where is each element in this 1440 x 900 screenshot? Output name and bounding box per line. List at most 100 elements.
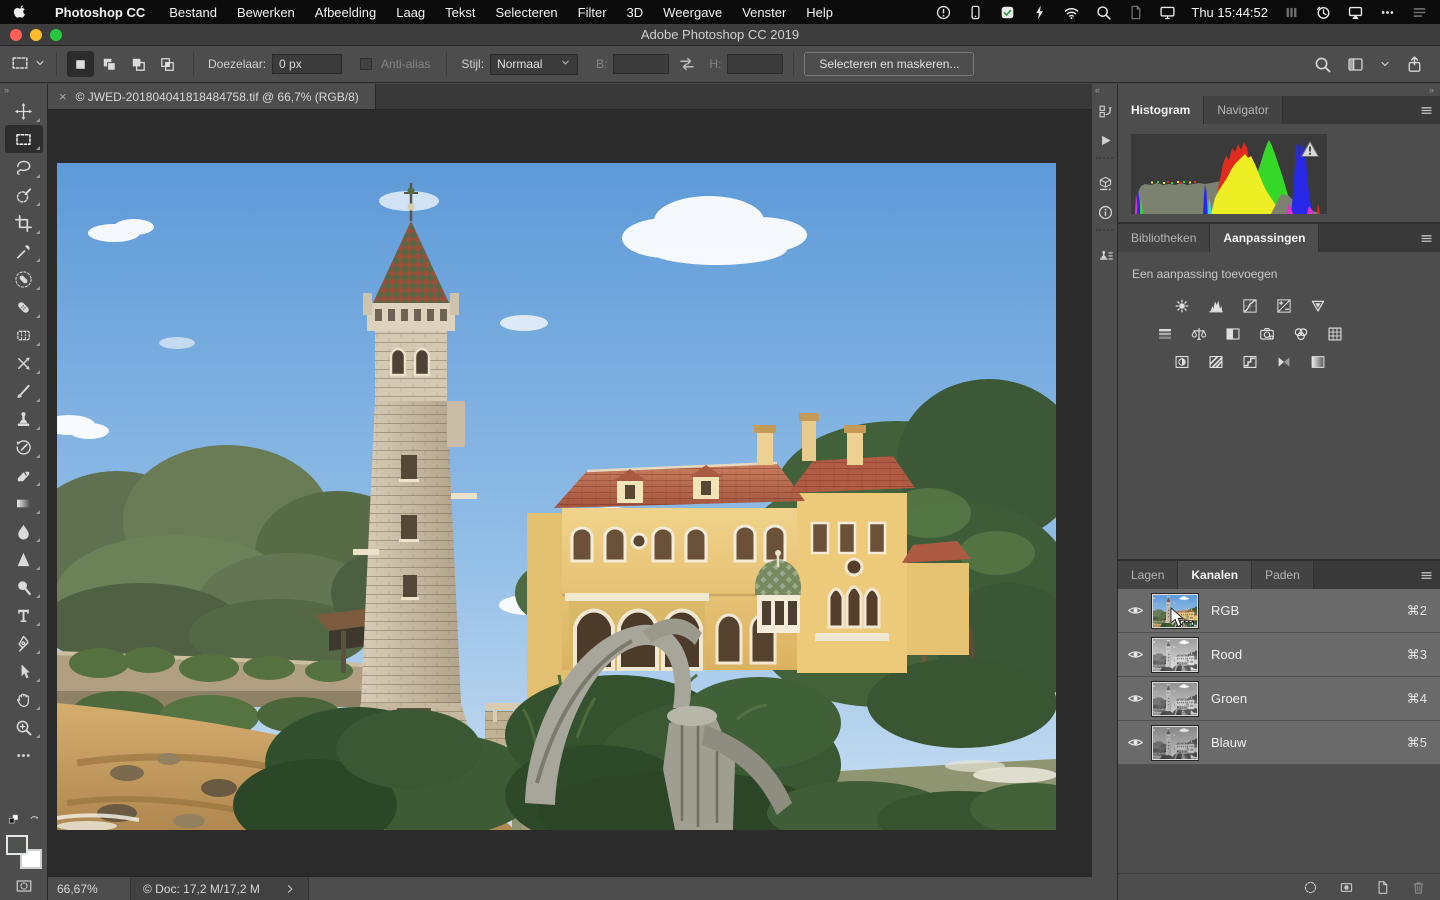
quick-mask-button[interactable] (12, 877, 36, 895)
history-panel-icon[interactable] (1092, 97, 1118, 126)
menu-tekst[interactable]: Tekst (435, 5, 485, 20)
adj-exposure-icon[interactable] (1271, 296, 1297, 315)
bolt-icon[interactable] (1031, 4, 1048, 21)
adj-black-white-icon[interactable] (1220, 324, 1246, 343)
menu-venster[interactable]: Venster (732, 5, 796, 20)
height-input[interactable] (727, 54, 783, 74)
adj-gradient-map-icon[interactable] (1271, 352, 1297, 371)
menu-3d[interactable]: 3D (617, 5, 654, 20)
minimize-window-button[interactable] (30, 29, 42, 41)
tab-bibliotheken[interactable]: Bibliotheken (1118, 224, 1210, 252)
visibility-eye-icon[interactable] (1118, 692, 1152, 705)
style-select[interactable]: Normaal (490, 54, 578, 75)
properties-panel-icon[interactable] (1092, 169, 1118, 198)
adj-photo-filter-icon[interactable] (1254, 324, 1280, 343)
dodge-tool[interactable] (5, 573, 43, 601)
visibility-eye-icon[interactable] (1118, 736, 1152, 749)
mode-new-button[interactable] (67, 51, 94, 77)
swap-colors-icon[interactable] (28, 813, 41, 831)
menu-afbeelding[interactable]: Afbeelding (305, 5, 386, 20)
channel-thumbnail[interactable] (1152, 594, 1198, 628)
spot-healing-brush-tool[interactable] (5, 265, 43, 293)
clone-stamp-tool[interactable] (5, 405, 43, 433)
adj-threshold-icon[interactable] (1237, 352, 1263, 371)
hand-tool[interactable] (5, 685, 43, 713)
anti-alias-checkbox[interactable] (360, 58, 372, 70)
load-channel-selection-icon[interactable] (1302, 879, 1319, 896)
wifi-icon[interactable] (1063, 4, 1080, 21)
list-icon[interactable] (1411, 4, 1428, 21)
app-menu[interactable]: Photoshop CC (45, 5, 155, 20)
spotlight-icon[interactable] (1095, 4, 1112, 21)
battery-columns-icon[interactable] (1283, 4, 1300, 21)
default-colors-icon[interactable] (7, 813, 20, 831)
edit-toolbar[interactable] (5, 741, 43, 769)
adj-selective-color-icon[interactable] (1305, 352, 1331, 371)
feather-input[interactable] (272, 54, 342, 74)
path-selection-tool[interactable] (5, 657, 43, 685)
foreground-color-swatch[interactable] (6, 835, 28, 855)
document-tab[interactable]: × © JWED-201804041818484758.tif @ 66,7% … (48, 84, 376, 109)
check-square-icon[interactable] (999, 4, 1016, 21)
channel-row-rgb[interactable]: RGB⌘2 (1118, 589, 1440, 633)
warning-triangle-icon[interactable] (1299, 139, 1321, 159)
search-icon[interactable] (1313, 55, 1332, 74)
move-tool[interactable] (5, 97, 43, 125)
phone-icon[interactable] (967, 4, 984, 21)
apple-menu-icon[interactable] (12, 4, 29, 21)
menu-selecteren[interactable]: Selecteren (486, 5, 568, 20)
blur-tool[interactable] (5, 517, 43, 545)
close-document-icon[interactable]: × (59, 89, 67, 104)
channel-row-blauw[interactable]: Blauw⌘5 (1118, 721, 1440, 765)
clone-source-panel-icon[interactable] (1092, 241, 1118, 270)
time-machine-icon[interactable] (1315, 4, 1332, 21)
circle-info-icon[interactable] (935, 4, 952, 21)
pen-tool[interactable] (5, 629, 43, 657)
workspace-icon[interactable] (1346, 55, 1365, 74)
adj-posterize-icon[interactable] (1203, 352, 1229, 371)
dock-collapse-control[interactable]: » (1118, 84, 1440, 96)
menu-laag[interactable]: Laag (386, 5, 435, 20)
tools-collapse-control[interactable]: » (0, 84, 47, 97)
patch-tool[interactable] (5, 321, 43, 349)
tab-kanalen[interactable]: Kanalen (1178, 561, 1252, 589)
adj-hue-sat-icon[interactable] (1152, 324, 1178, 343)
menu-bar-clock[interactable]: Thu 15:44:52 (1191, 5, 1268, 20)
new-channel-icon[interactable] (1374, 879, 1391, 896)
type-tool[interactable] (5, 601, 43, 629)
zoom-window-button[interactable] (50, 29, 62, 41)
mode-intersect-button[interactable] (154, 51, 181, 77)
actions-panel-icon[interactable] (1092, 126, 1118, 155)
rectangular-marquee-tool[interactable] (5, 125, 43, 153)
channel-thumbnail[interactable] (1152, 638, 1198, 672)
document-info[interactable]: © Doc: 17,2 M/17,2 M (130, 877, 309, 900)
save-selection-as-channel-icon[interactable] (1338, 879, 1355, 896)
close-window-button[interactable] (10, 29, 22, 41)
channel-thumbnail[interactable] (1152, 726, 1198, 760)
channels-panel-menu-icon[interactable] (1412, 561, 1440, 589)
adj-curves-icon[interactable] (1237, 296, 1263, 315)
menu-weergave[interactable]: Weergave (653, 5, 732, 20)
document-icon[interactable] (1127, 4, 1144, 21)
eraser-tool[interactable] (5, 461, 43, 489)
mode-sub-button[interactable] (125, 51, 152, 77)
menu-bewerken[interactable]: Bewerken (227, 5, 305, 20)
gradient-tool[interactable] (5, 489, 43, 517)
quick-selection-tool[interactable] (5, 181, 43, 209)
more-dots-icon[interactable] (1379, 4, 1396, 21)
airplay-icon[interactable] (1347, 4, 1364, 21)
crop-tool[interactable] (5, 209, 43, 237)
chevron-down-icon[interactable] (1379, 58, 1391, 70)
share-export-icon[interactable] (1405, 55, 1424, 74)
tab-lagen[interactable]: Lagen (1118, 561, 1178, 589)
zoom-level-field[interactable]: 66,67% (57, 882, 130, 896)
mode-add-button[interactable] (96, 51, 123, 77)
delete-channel-icon[interactable] (1410, 879, 1427, 896)
info-panel-icon[interactable] (1092, 198, 1118, 227)
display-icon[interactable] (1159, 4, 1176, 21)
healing-brush-tool[interactable] (5, 293, 43, 321)
brush-tool[interactable] (5, 377, 43, 405)
width-input[interactable] (613, 54, 669, 74)
adj-vibrance-icon[interactable] (1305, 296, 1331, 315)
lasso-tool[interactable] (5, 153, 43, 181)
